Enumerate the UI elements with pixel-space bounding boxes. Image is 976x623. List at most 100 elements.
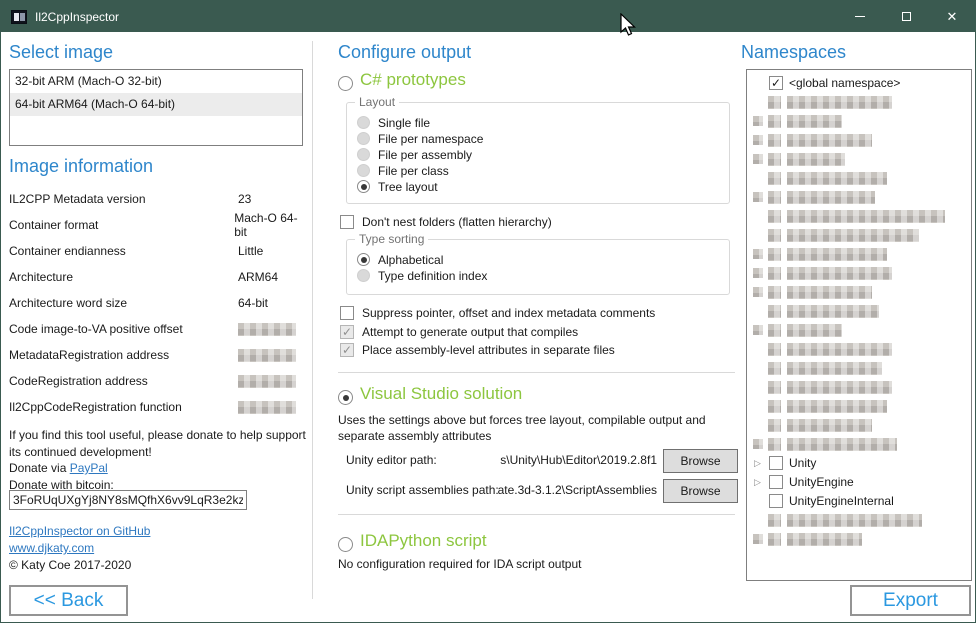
browse-script-button[interactable]: Browse [663,479,738,503]
attempt-compile-row[interactable]: ✓ Attempt to generate output that compil… [340,325,578,339]
unityengine-checkbox[interactable] [769,475,783,489]
redacted-checkbox [768,248,781,261]
info-row: IL2CPP Metadata version23 [9,186,309,212]
paypal-link[interactable]: PayPal [70,461,108,475]
radio-alphabetical[interactable] [357,253,370,266]
info-label: MetadataRegistration address [9,348,238,362]
info-label: Il2CppCodeRegistration function [9,400,238,414]
option-label: File per assembly [378,148,472,162]
redacted-checkbox [768,115,781,128]
radio-single-file[interactable] [357,116,370,129]
redacted-text [787,286,872,299]
redacted-row [747,340,971,359]
github-link[interactable]: Il2CppInspector on GitHub [9,524,150,538]
namespace-row-unityengineinternal[interactable]: UnityEngineInternal [747,492,971,511]
suppress-comments-checkbox[interactable] [340,306,354,320]
namespace-row-global[interactable]: ✓ <global namespace> [747,74,971,93]
layout-option[interactable]: Tree layout [357,180,729,193]
redacted-text [787,134,872,147]
expander-icon[interactable]: ▷ [754,477,761,488]
unity-script-path-value[interactable]: ate.3d-3.1.2\ScriptAssemblies [457,483,657,497]
visual-studio-radio[interactable] [338,390,353,405]
layout-option[interactable]: Single file [357,116,729,129]
assembly-attributes-row[interactable]: ✓ Place assembly-level attributes in sep… [340,343,615,357]
column-separator [312,41,313,599]
redacted-row [747,93,971,112]
idapython-label[interactable]: IDAPython script [360,531,487,551]
dont-nest-folders-checkbox[interactable] [340,215,354,229]
radio-file-per-assembly[interactable] [357,148,370,161]
idapython-radio[interactable] [338,537,353,552]
website-link[interactable]: www.djkaty.com [9,541,94,555]
namespaces-list[interactable]: ✓ <global namespace> ▷ Unity ▷ UnityEngi… [746,69,972,581]
redacted-namespace-rows [747,93,971,454]
copyright-text: © Katy Coe 2017-2020 [9,558,131,572]
checkbox-label: Suppress pointer, offset and index metad… [362,306,655,320]
export-button[interactable]: Export [850,585,971,616]
unity-editor-path-value[interactable]: s\Unity\Hub\Editor\2019.2.8f1 [457,453,657,467]
select-image-header: Select image [9,42,113,63]
type-sorting-option[interactable]: Type definition index [357,269,729,282]
redacted-text [787,115,842,128]
unityengineinternal-checkbox[interactable] [769,494,783,508]
maximize-button[interactable] [883,1,929,32]
close-button[interactable]: ✕ [929,1,975,32]
suppress-comments-row[interactable]: Suppress pointer, offset and index metad… [340,306,655,320]
redacted-row [747,188,971,207]
radio-file-per-class[interactable] [357,164,370,177]
radio-tree-layout[interactable] [357,180,370,193]
redacted-checkbox [768,305,781,318]
redacted-value [238,401,296,414]
expander-icon[interactable]: ▷ [754,458,761,469]
radio-type-definition-index[interactable] [357,269,370,282]
namespace-label: <global namespace> [789,74,900,93]
redacted-checkbox [768,153,781,166]
checkbox-label: Place assembly-level attributes in separ… [362,343,615,357]
option-label: Tree layout [378,180,438,194]
redacted-text [787,305,879,318]
redacted-expander [753,135,763,145]
browse-editor-button[interactable]: Browse [663,449,738,473]
attempt-compile-checkbox[interactable]: ✓ [340,325,354,339]
redacted-value [238,375,296,388]
layout-option[interactable]: File per namespace [357,132,729,145]
layout-option[interactable]: File per class [357,164,729,177]
radio-file-per-namespace[interactable] [357,132,370,145]
option-label: Type definition index [378,269,487,283]
visual-studio-label[interactable]: Visual Studio solution [360,384,522,404]
redacted-text [787,419,872,432]
info-value: Little [238,244,263,258]
option-label: Single file [378,116,430,130]
redacted-expander [753,192,763,202]
redacted-checkbox [768,286,781,299]
namespace-label: UnityEngine [789,473,854,492]
option-label: Alphabetical [378,253,443,267]
configure-output-header: Configure output [338,42,471,63]
global-namespace-checkbox[interactable]: ✓ [769,76,783,90]
redacted-row [747,169,971,188]
redacted-text [787,324,842,337]
back-button[interactable]: << Back [9,585,128,616]
minimize-button[interactable] [837,1,883,32]
list-item[interactable]: 32-bit ARM (Mach-O 32-bit) [10,70,302,93]
redacted-row [747,416,971,435]
list-item[interactable]: 64-bit ARM64 (Mach-O 64-bit) [10,93,302,116]
assembly-attributes-checkbox[interactable]: ✓ [340,343,354,357]
csharp-prototypes-label[interactable]: C# prototypes [360,70,466,90]
image-listbox[interactable]: 32-bit ARM (Mach-O 32-bit) 64-bit ARM64 … [9,69,303,146]
bitcoin-address-input[interactable] [9,490,247,510]
namespace-row-unityengine[interactable]: ▷ UnityEngine [747,473,971,492]
type-sorting-option[interactable]: Alphabetical [357,253,729,266]
redacted-row [747,378,971,397]
idapython-description: No configuration required for IDA script… [338,557,581,571]
dont-nest-folders-row[interactable]: Don't nest folders (flatten hierarchy) [340,215,552,229]
unity-editor-path-label: Unity editor path: [346,453,437,467]
layout-option[interactable]: File per assembly [357,148,729,161]
redacted-row [747,397,971,416]
redacted-row [747,435,971,454]
info-label: Container endianness [9,244,238,258]
csharp-prototypes-radio[interactable] [338,76,353,91]
info-row: Code image-to-VA positive offset [9,316,309,342]
unity-checkbox[interactable] [769,456,783,470]
namespace-row-unity[interactable]: ▷ Unity [747,454,971,473]
